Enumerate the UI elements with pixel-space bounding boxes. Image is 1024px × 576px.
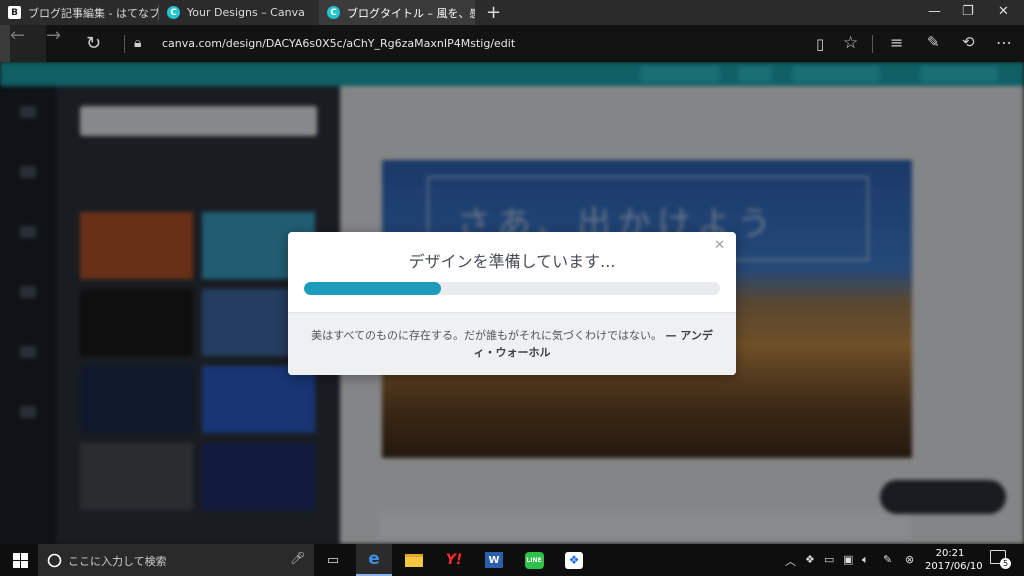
line-app-icon[interactable]: LINE: [516, 544, 552, 576]
close-window-button[interactable]: ✕: [998, 4, 1009, 19]
dropbox-tray-icon[interactable]: ❖: [805, 553, 815, 566]
tab-blog-title-active[interactable]: C ブログタイトル – 風を、感じ ✕: [319, 0, 475, 25]
notification-count: 5: [1000, 558, 1011, 569]
network-icon[interactable]: ▣: [843, 553, 853, 566]
tab-your-designs[interactable]: C Your Designs – Canva: [159, 0, 318, 25]
tab-hatena-blog[interactable]: B ブログ記事編集 - はてなブログ: [0, 0, 158, 25]
progress-fill: [304, 282, 442, 295]
cortana-icon: [47, 553, 62, 568]
folder-icon: [405, 553, 423, 567]
dropbox-icon[interactable]: ❖: [556, 544, 592, 576]
quote-text: 美はすべてのものに存在する。だが誰もがそれに気づくわけではない。: [311, 329, 662, 342]
dropbox-logo-icon: ❖: [565, 551, 583, 569]
windows-logo-icon: [12, 552, 28, 568]
restore-button[interactable]: ❐: [962, 4, 974, 19]
new-tab-button[interactable]: +: [486, 2, 501, 23]
yahoo-icon[interactable]: Y!: [436, 544, 472, 576]
minimize-button[interactable]: —: [928, 4, 941, 19]
system-clock[interactable]: 20:21 2017/06/10: [925, 547, 983, 573]
divider: [124, 35, 125, 53]
clock-time: 20:21: [935, 548, 965, 559]
pen-icon[interactable]: ✎: [883, 553, 892, 566]
close-circle-icon[interactable]: ⊗: [905, 553, 914, 566]
word-icon[interactable]: W: [476, 544, 512, 576]
tab-title: ブログ記事編集 - はてなブログ: [28, 6, 158, 20]
canva-icon: C: [327, 6, 340, 19]
favorite-star-icon[interactable]: ☆: [843, 33, 858, 53]
more-icon[interactable]: ⋯: [996, 33, 1012, 52]
quote-section: 美はすべてのものに存在する。だが誰もがそれに気づくわけではない。 — アンディ・…: [288, 312, 736, 375]
yahoo-logo-icon: Y!: [445, 552, 463, 568]
address-bar[interactable]: canva.com/design/DACYA6s0X5c/aChY_Rg6zaM…: [162, 37, 515, 50]
hub-icon[interactable]: ≡: [890, 33, 903, 52]
canva-icon: C: [167, 6, 180, 19]
taskbar-search-box[interactable]: ここに入力して検索 🎤︎: [38, 544, 314, 576]
clock-date: 2017/06/10: [925, 561, 983, 572]
browser-tab-bar: B ブログ記事編集 - はてなブログ C Your Designs – Canv…: [0, 0, 1024, 25]
notification-center-icon[interactable]: 5: [990, 550, 1011, 569]
word-logo-icon: W: [485, 552, 503, 568]
hatena-icon: B: [8, 6, 21, 19]
reading-view-icon[interactable]: ▯: [816, 35, 824, 53]
tab-title: Your Designs – Canva: [187, 6, 305, 19]
browser-nav-bar: ← → ↻ 🔒︎ canva.com/design/DACYA6s0X5c/aC…: [0, 25, 1024, 62]
file-explorer-icon[interactable]: [396, 544, 432, 576]
windows-taskbar: ここに入力して検索 🎤︎ ▭ e Y! W LINE ❖ ︿ ❖ ▭ ▣ 🔈︎ …: [0, 544, 1024, 576]
lock-icon: 🔒︎: [134, 35, 142, 51]
microphone-icon[interactable]: 🎤︎: [290, 551, 305, 565]
task-view-icon[interactable]: ▭: [318, 544, 348, 576]
volume-icon[interactable]: 🔈︎: [862, 553, 869, 567]
show-hidden-icons-chevron-icon[interactable]: ︿: [785, 553, 796, 569]
screen: B ブログ記事編集 - はてなブログ C Your Designs – Canv…: [0, 0, 1024, 576]
line-logo-icon: LINE: [524, 551, 544, 569]
refresh-icon[interactable]: ↻: [86, 33, 101, 54]
edge-browser-icon[interactable]: e: [356, 544, 392, 576]
quote: 美はすべてのものに存在する。だが誰もがそれに気づくわけではない。 — アンディ・…: [310, 327, 714, 361]
preparing-design-dialog: ✕ デザインを準備しています... 美はすべてのものに存在する。だが誰もがそれに…: [288, 232, 736, 375]
search-placeholder: ここに入力して検索: [68, 555, 167, 568]
battery-icon[interactable]: ▭: [824, 553, 834, 566]
windows-start-button[interactable]: [4, 544, 36, 576]
tab-title: ブログタイトル – 風を、感じ: [347, 6, 475, 20]
divider: [872, 35, 873, 53]
progress-bar: [304, 282, 720, 295]
web-note-icon[interactable]: ✎: [927, 33, 940, 51]
edge-logo-icon: e: [368, 549, 380, 569]
dialog-title: デザインを準備しています...: [408, 252, 616, 271]
share-icon[interactable]: ⟲: [962, 33, 975, 51]
